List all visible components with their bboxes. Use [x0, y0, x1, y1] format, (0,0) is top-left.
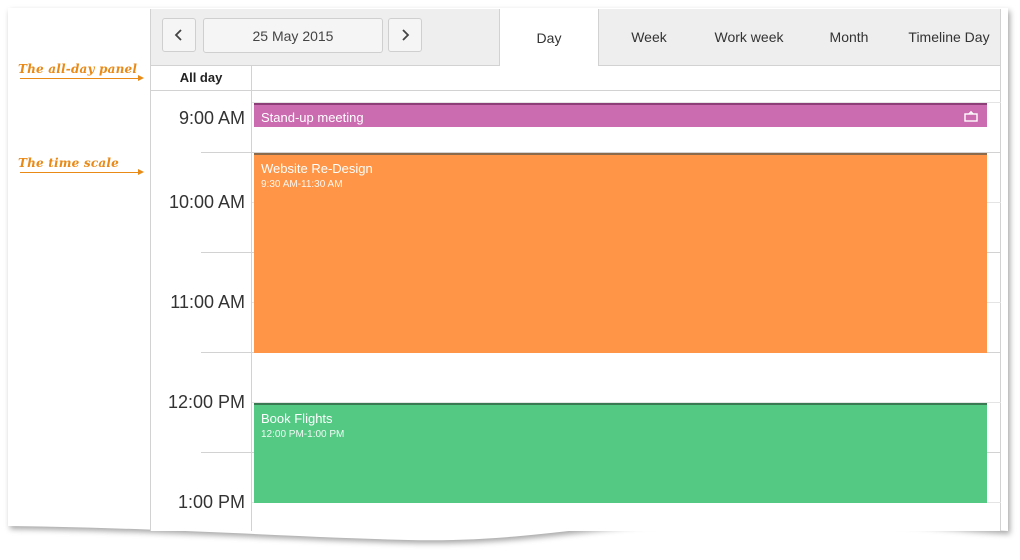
- appointment-stand-up-meeting[interactable]: Stand-up meeting: [254, 103, 987, 127]
- time-scale-callout: The time scale: [18, 156, 144, 175]
- all-day-panel: All day: [151, 65, 1000, 91]
- scheduler-toolbar: 25 May 2015 Day Week Work week Month Tim…: [151, 9, 1000, 66]
- appointment-interval: 12:00 PM-1:00 PM: [261, 429, 345, 440]
- time-tick: [201, 452, 251, 453]
- time-scale-callout-text: The time scale: [18, 156, 119, 170]
- appointment-subject: Book Flights: [261, 411, 333, 426]
- tab-month[interactable]: Month: [799, 9, 899, 65]
- day-view-grid: 9:00 AM 10:00 AM 11:00 AM 12:00 PM 1:00 …: [151, 91, 1001, 531]
- tab-timeline-day[interactable]: Timeline Day: [899, 9, 999, 65]
- next-button[interactable]: [388, 18, 422, 52]
- tab-week[interactable]: Week: [599, 9, 699, 65]
- callout-line: [20, 78, 140, 79]
- appointment-subject: Stand-up meeting: [261, 110, 364, 125]
- all-day-panel-callout: The all-day panel: [18, 62, 144, 81]
- time-scale: 9:00 AM 10:00 AM 11:00 AM 12:00 PM 1:00 …: [151, 91, 251, 531]
- time-label: 11:00 AM: [170, 292, 245, 312]
- date-navigator-button[interactable]: 25 May 2015: [203, 18, 383, 53]
- prev-button[interactable]: [162, 18, 196, 52]
- appointment-website-re-design[interactable]: Website Re-Design 9:30 AM-11:30 AM: [254, 153, 987, 353]
- scheduler: 25 May 2015 Day Week Work week Month Tim…: [150, 9, 1001, 531]
- arrow-right-icon: [138, 75, 144, 81]
- callout-line: [20, 172, 140, 173]
- all-day-label: All day: [179, 70, 223, 85]
- time-tick: [201, 252, 251, 253]
- time-label: 10:00 AM: [168, 192, 245, 212]
- view-tabs: Day Week Work week Month Timeline Day: [499, 9, 999, 66]
- day-column[interactable]: Stand-up meeting Website Re-Design 9:30 …: [251, 91, 1001, 531]
- all-day-cell[interactable]: [251, 65, 1001, 90]
- appointment-subject: Website Re-Design: [261, 161, 373, 176]
- time-label: 1:00 PM: [177, 492, 245, 512]
- recurrence-icon: [964, 111, 978, 122]
- time-label: 9:00 AM: [178, 108, 245, 128]
- appointment-interval: 9:30 AM-11:30 AM: [261, 179, 343, 190]
- all-day-panel-callout-text: The all-day panel: [18, 62, 138, 76]
- chevron-right-icon: [402, 29, 410, 41]
- appointment-book-flights[interactable]: Book Flights 12:00 PM-1:00 PM: [254, 403, 987, 503]
- time-tick: [201, 352, 251, 353]
- time-label: 12:00 PM: [167, 392, 245, 412]
- tab-work-week[interactable]: Work week: [699, 9, 799, 65]
- chevron-left-icon: [174, 29, 182, 41]
- tab-day[interactable]: Day: [499, 9, 599, 66]
- arrow-right-icon: [138, 169, 144, 175]
- time-tick: [201, 152, 251, 153]
